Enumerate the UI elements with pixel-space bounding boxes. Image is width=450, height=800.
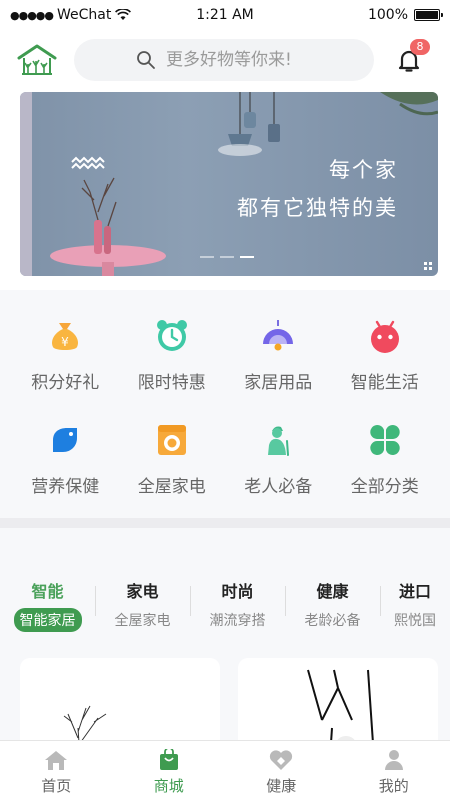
- category-label: 全部分类: [350, 477, 419, 497]
- money-bag-icon: ¥: [45, 316, 85, 356]
- category-grid: ¥ 积分好礼 限时特惠 家居用品 智能生活 营养保健 全屋家电 老人必备 全部分…: [0, 290, 450, 502]
- tab-title: 时尚: [221, 582, 254, 601]
- washing-machine-icon: [152, 420, 192, 460]
- tab-title: 智能: [31, 582, 64, 601]
- section-divider: [0, 518, 450, 528]
- tab-import[interactable]: 进口 熙悦国: [380, 578, 450, 632]
- tab-smart[interactable]: 智能 智能家居: [0, 578, 95, 632]
- nav-health[interactable]: 健康: [225, 741, 338, 800]
- tab-appliances[interactable]: 家电 全屋家电: [95, 578, 190, 632]
- nav-label: 商城: [153, 777, 184, 795]
- user-icon: [384, 750, 403, 770]
- category-label: 智能生活: [350, 373, 419, 393]
- bottom-navigation: 首页 商城 健康 我的: [0, 740, 450, 800]
- banner-headline-1: 每个家: [329, 158, 398, 182]
- nav-home[interactable]: 首页: [0, 741, 113, 800]
- shopping-bag-icon: [159, 749, 178, 770]
- category-smart-life[interactable]: 智能生活: [332, 302, 439, 398]
- category-tabs: 智能 智能家居 家电 全屋家电 时尚 潮流穿搭 健康 老龄必备 进口 熙悦国: [0, 578, 450, 632]
- alarm-clock-icon: [152, 316, 192, 356]
- elder-icon: [258, 420, 298, 460]
- heart-icon: [270, 750, 293, 770]
- carousel-dot[interactable]: [220, 256, 234, 258]
- carousel-dot-active[interactable]: [240, 256, 254, 258]
- tab-health[interactable]: 健康 老龄必备: [285, 578, 380, 632]
- category-label: 限时特惠: [137, 373, 206, 393]
- carousel-indicators: [200, 256, 254, 258]
- home-icon: [45, 751, 68, 770]
- product-tabs-section: 智能 智能家居 家电 全屋家电 时尚 潮流穿搭 健康 老龄必备 进口 熙悦国: [0, 528, 450, 758]
- notification-badge: 8: [410, 39, 430, 55]
- battery-fill: [416, 11, 438, 19]
- tab-subtitle: 老龄必备: [304, 613, 361, 629]
- battery-icon: [414, 9, 443, 21]
- category-all[interactable]: 全部分类: [332, 406, 439, 502]
- tab-title: 家电: [126, 582, 159, 601]
- grid-clover-icon: [365, 420, 405, 460]
- header: 8: [0, 30, 450, 90]
- status-left: ●●●●● WeChat: [10, 7, 132, 23]
- tab-fashion[interactable]: 时尚 潮流穿搭: [190, 578, 285, 632]
- category-label: 家居用品: [244, 373, 313, 393]
- search-icon: [137, 51, 155, 69]
- robot-icon: [365, 316, 405, 356]
- category-label: 老人必备: [244, 477, 313, 497]
- category-label: 全屋家电: [137, 477, 206, 497]
- nav-label: 健康: [266, 777, 297, 795]
- logo-icon[interactable]: [16, 42, 58, 78]
- category-label: 积分好礼: [31, 373, 100, 393]
- status-bar: ●●●●● WeChat 1:21 AM 100%: [0, 0, 450, 30]
- category-label: 营养保健: [31, 477, 100, 497]
- nav-label: 我的: [378, 777, 409, 795]
- tab-subtitle: 全屋家电: [114, 613, 171, 629]
- category-elderly-essentials[interactable]: 老人必备: [225, 406, 332, 502]
- lamp-icon: [258, 316, 298, 356]
- banner-headline-2: 都有它独特的美: [237, 196, 398, 220]
- nav-profile[interactable]: 我的: [338, 741, 450, 800]
- tab-title: 进口: [398, 582, 431, 601]
- tab-subtitle: 潮流穿搭: [209, 613, 266, 629]
- wifi-icon: [115, 9, 132, 20]
- leaf-icon: [45, 420, 85, 460]
- category-flash-sale[interactable]: 限时特惠: [119, 302, 226, 398]
- category-nutrition-health[interactable]: 营养保健: [12, 406, 119, 502]
- category-section: ¥ 积分好礼 限时特惠 家居用品 智能生活 营养保健 全屋家电 老人必备 全部分…: [0, 290, 450, 518]
- category-points-gifts[interactable]: ¥ 积分好礼: [12, 302, 119, 398]
- signal-icon: ●●●●●: [10, 8, 54, 22]
- search-input[interactable]: [166, 50, 366, 70]
- carousel-dot[interactable]: [200, 256, 214, 258]
- tab-subtitle: 熙悦国: [394, 613, 436, 629]
- banner-illustration: [20, 92, 438, 276]
- drag-handle-icon: [424, 262, 432, 270]
- status-right: 100%: [367, 7, 443, 23]
- tab-title: 健康: [316, 582, 349, 601]
- battery-percent: 100%: [367, 7, 408, 23]
- nav-label: 首页: [41, 777, 72, 795]
- category-home-goods[interactable]: 家居用品: [225, 302, 332, 398]
- tab-subtitle: 智能家居: [13, 608, 82, 632]
- search-bar[interactable]: [74, 39, 374, 81]
- carrier-label: WeChat: [57, 7, 112, 23]
- svg-text:¥: ¥: [61, 335, 69, 349]
- notification-button[interactable]: 8: [394, 39, 430, 75]
- category-home-appliances[interactable]: 全屋家电: [119, 406, 226, 502]
- nav-mall[interactable]: 商城: [113, 741, 226, 800]
- banner-carousel[interactable]: 每个家 都有它独特的美: [20, 92, 438, 276]
